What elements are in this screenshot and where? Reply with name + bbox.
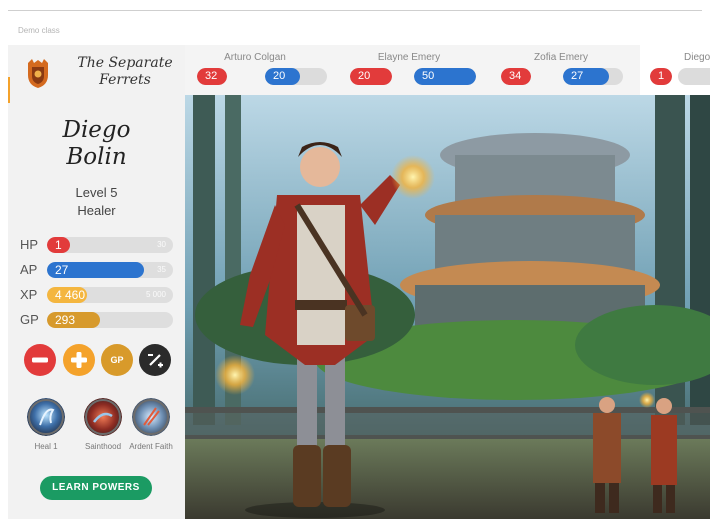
party-ap-pill: 20 <box>265 68 327 85</box>
stat-label: GP <box>20 312 39 327</box>
party-hp-value: 20 <box>358 70 371 82</box>
sidebar-accent <box>8 77 10 103</box>
xp-value: 4 460 <box>55 288 86 302</box>
character-sidebar: The Separate Ferrets Diego Bolin Level 5… <box>8 45 185 519</box>
party-hp-fill <box>350 68 392 85</box>
party-hp-value: 1 <box>658 70 665 82</box>
party-hp-pill: 20 <box>350 68 392 85</box>
stat-row-ap: AP 27 35 <box>20 261 180 279</box>
game-frame: The Separate Ferrets Diego Bolin Level 5… <box>8 45 710 519</box>
ap-value: 27 <box>55 263 69 277</box>
party-ap-pill: 50 <box>414 68 476 85</box>
stat-label: AP <box>20 262 38 277</box>
party-ap-value: 20 <box>273 70 286 82</box>
power-sainthood-icon[interactable] <box>84 398 122 436</box>
party-member-name: Elayne Emery <box>377 52 441 63</box>
stat-label: XP <box>20 287 38 302</box>
party-hp-value: 34 <box>509 70 522 82</box>
party-member-zofia-emery[interactable]: Zofia Emery 34 27 <box>491 45 631 95</box>
ap-bar: 27 35 <box>47 262 173 278</box>
party-hp-value: 32 <box>205 70 218 82</box>
stat-row-hp: HP 1 30 <box>20 236 180 254</box>
team-crest-icon <box>28 59 48 88</box>
party-ap-pill <box>678 68 710 85</box>
party-member-diego-bolin[interactable]: Diego Bolin 1 <box>640 45 710 95</box>
party-hp-pill: 32 <box>197 68 227 85</box>
party-member-name: Arturo Colgan <box>224 52 286 63</box>
character-last-name: Bolin <box>66 144 127 170</box>
game-scene <box>185 95 710 519</box>
character-first-name: Diego <box>62 117 131 143</box>
party-ap-value: 27 <box>571 70 584 82</box>
hp-value: 1 <box>55 238 62 252</box>
character-class: Healer <box>77 203 116 218</box>
gp-bar: 293 <box>47 312 173 328</box>
forest-scene-illustration <box>185 95 710 519</box>
gp-value: 293 <box>55 313 76 327</box>
team-name-line2: Ferrets <box>99 72 151 88</box>
party-ap-fill <box>563 68 610 85</box>
stat-row-gp: GP 293 <box>20 311 180 329</box>
stat-label: HP <box>20 237 39 252</box>
gold-button[interactable]: GP <box>101 344 133 376</box>
power-label: Sainthood <box>84 442 122 451</box>
team-name: The Separate Ferrets <box>70 55 180 89</box>
power-ardent-faith-icon[interactable] <box>132 398 170 436</box>
character-name: Diego Bolin <box>38 117 155 171</box>
minus-button[interactable] <box>24 344 56 376</box>
party-member-elayne-emery[interactable]: Elayne Emery 20 50 <box>339 45 479 95</box>
top-divider <box>8 10 702 11</box>
power-label: Ardent Faith <box>129 442 173 451</box>
minus-icon <box>32 357 48 363</box>
xp-bar: 4 460 5 000 <box>47 287 173 303</box>
hp-bar: 1 30 <box>47 237 173 253</box>
hp-max: 30 <box>157 240 166 249</box>
power-heal-icon[interactable] <box>27 398 65 436</box>
stat-row-xp: XP 4 460 5 000 <box>20 286 180 304</box>
gold-button-label: GP <box>110 355 124 365</box>
party-member-name: Diego Bolin <box>684 52 710 63</box>
party-member-arturo-colgan[interactable]: Arturo Colgan 32 20 <box>185 45 327 95</box>
percent-icon <box>148 354 163 368</box>
multiplier-button[interactable] <box>139 344 171 376</box>
character-level: Level 5 <box>75 185 118 200</box>
party-bar: Arturo Colgan 32 20 Elayne Emery 20 50 Z… <box>185 45 710 95</box>
party-ap-pill: 27 <box>563 68 623 85</box>
plus-button[interactable] <box>63 344 95 376</box>
learn-powers-button[interactable]: LEARN POWERS <box>40 476 152 500</box>
ap-max: 35 <box>157 265 166 274</box>
party-hp-pill: 34 <box>501 68 531 85</box>
party-ap-value: 50 <box>422 70 435 82</box>
power-label: Heal 1 <box>34 442 58 451</box>
party-hp-pill: 1 <box>650 68 672 85</box>
xp-max: 5 000 <box>145 290 166 299</box>
party-member-name: Zofia Emery <box>534 52 588 63</box>
plus-icon <box>71 352 87 368</box>
team-name-line1: The Separate <box>77 55 173 71</box>
class-label: Demo class <box>18 26 60 35</box>
